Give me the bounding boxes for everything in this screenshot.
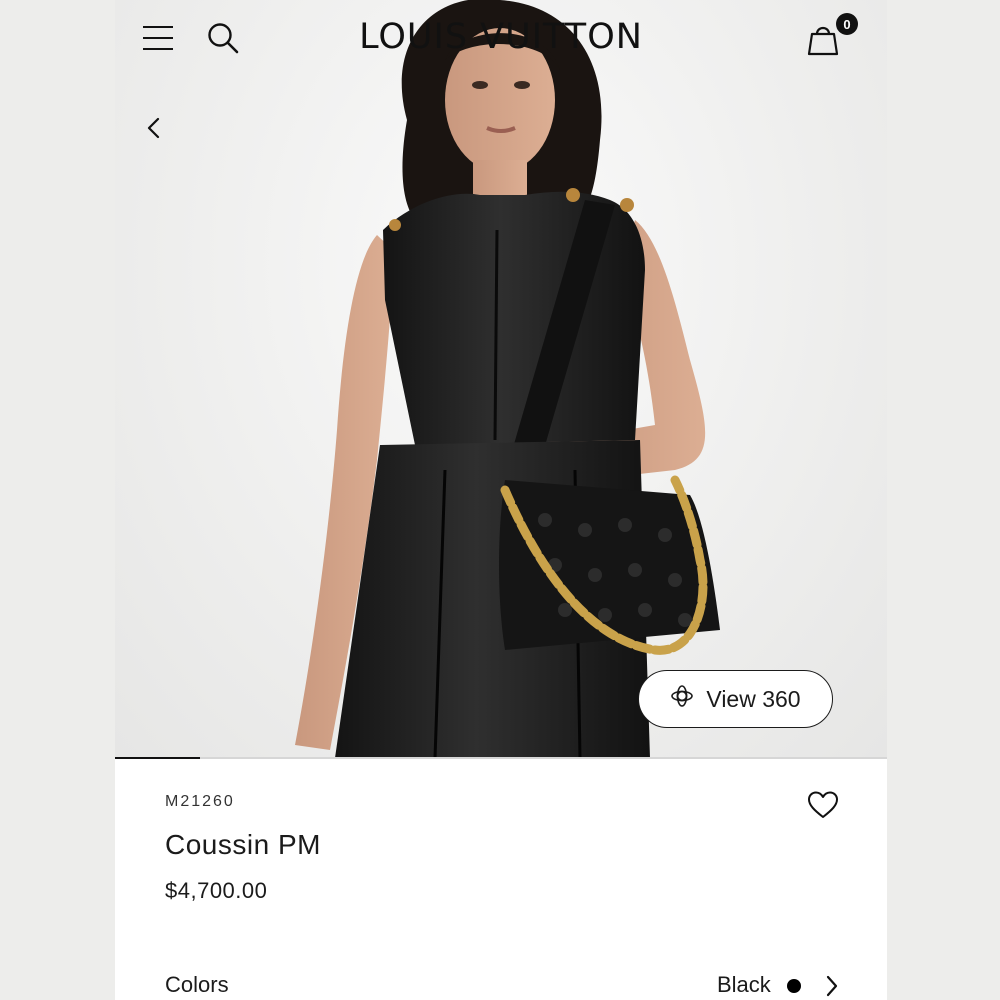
left-margin xyxy=(0,0,115,1000)
product-sku: M21260 xyxy=(165,793,235,810)
view-360-button[interactable]: View 360 xyxy=(638,670,833,728)
view-360-label: View 360 xyxy=(706,685,801,712)
model-photo xyxy=(295,0,720,758)
chevron-right-icon[interactable] xyxy=(820,972,844,1000)
cart-count-badge: 0 xyxy=(836,13,858,35)
heart-icon[interactable] xyxy=(805,788,841,822)
product-price: $4,700.00 xyxy=(165,878,268,903)
colors-label: Colors xyxy=(165,972,229,997)
color-swatch xyxy=(787,979,801,993)
right-margin xyxy=(887,0,1000,1000)
product-image[interactable] xyxy=(115,0,887,758)
selected-color[interactable]: Black xyxy=(717,972,771,998)
back-chevron-icon[interactable] xyxy=(139,112,169,144)
gallery-progress-bar xyxy=(115,757,887,759)
rotate-360-icon xyxy=(670,684,694,714)
product-name: Coussin PM xyxy=(165,829,321,860)
gallery-progress-fill xyxy=(115,757,200,759)
product-page: LOUIS VUITTON 0 View 360 M21260 Coussin … xyxy=(115,0,887,1000)
brand-logo[interactable]: LOUIS VUITTON xyxy=(115,17,887,57)
top-nav: LOUIS VUITTON 0 xyxy=(115,0,887,76)
